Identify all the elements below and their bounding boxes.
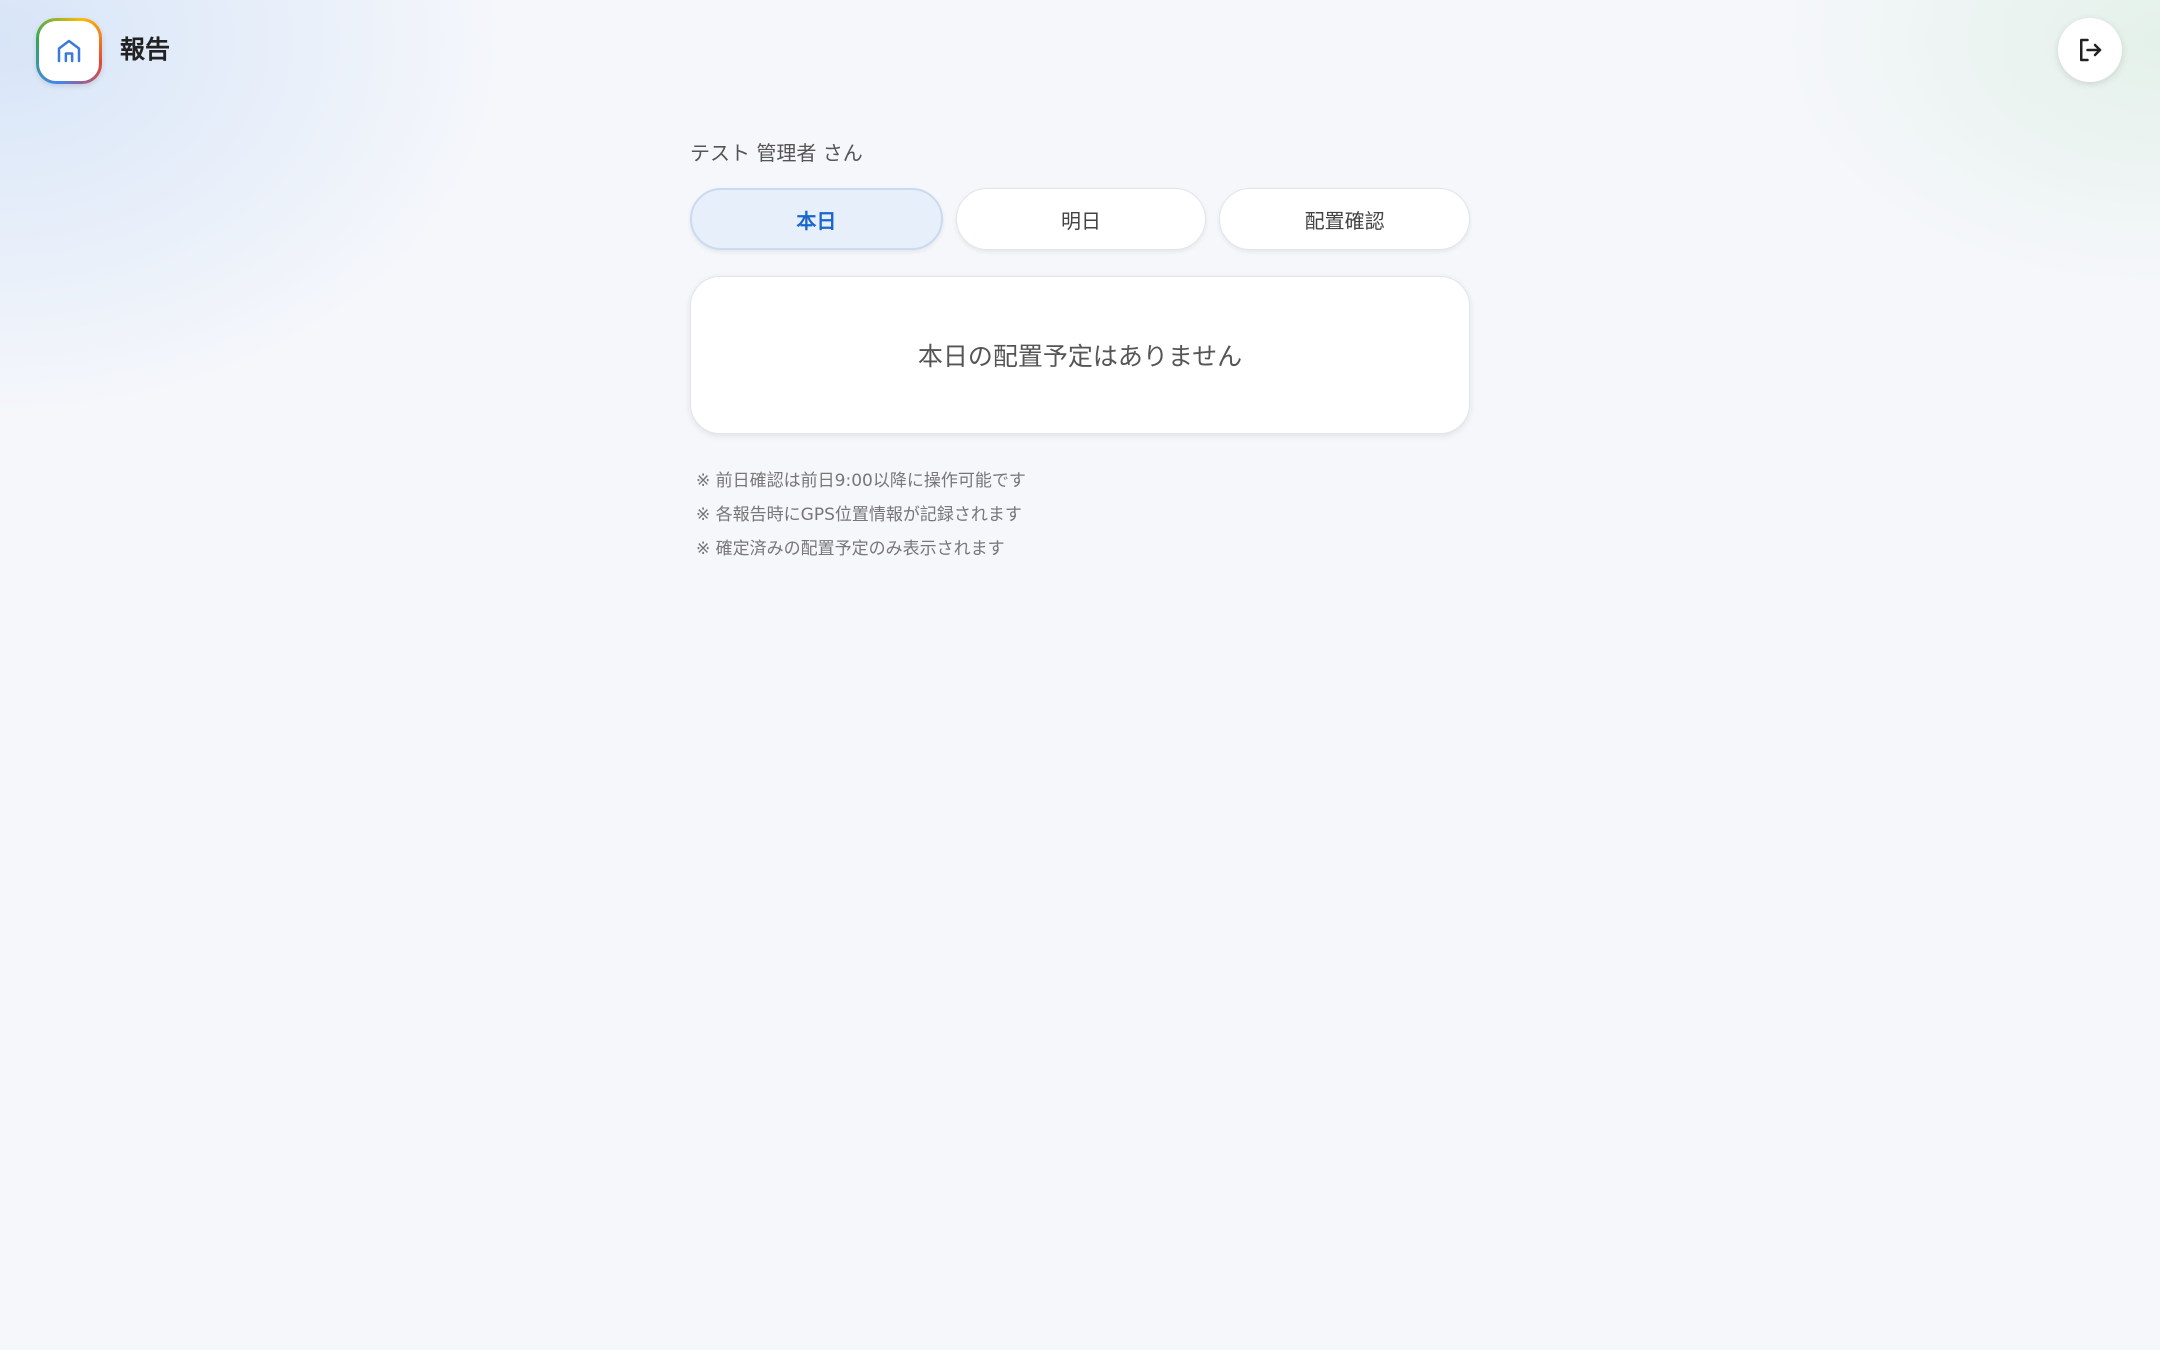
user-greeting: テスト 管理者 さん xyxy=(690,141,863,165)
logout-icon xyxy=(2080,38,2102,62)
tab-tomorrow[interactable]: 明日 xyxy=(955,188,1207,250)
tab-placement-check[interactable]: 配置確認 xyxy=(1219,188,1471,250)
home-icon xyxy=(57,39,81,63)
main-content: テスト 管理者 さん 本日 明日 配置確認 本日の配置予定はありません ※ 前日… xyxy=(690,138,1471,566)
notes-list: ※ 前日確認は前日9:00以降に操作可能です ※ 各報告時にGPS位置情報が記録… xyxy=(690,464,1470,566)
page-title: 報告 xyxy=(120,35,171,64)
note-item: ※ 各報告時にGPS位置情報が記録されます xyxy=(696,505,1022,525)
tab-today[interactable]: 本日 xyxy=(690,188,943,250)
app-logo[interactable] xyxy=(36,18,102,84)
app-header: 報告 xyxy=(0,0,2160,100)
note-item: ※ 前日確認は前日9:00以降に操作可能です xyxy=(696,471,1026,491)
logout-button[interactable] xyxy=(2058,18,2122,82)
app-logo-inner xyxy=(39,21,99,81)
note-item: ※ 確定済みの配置予定のみ表示されます xyxy=(696,539,1005,559)
empty-schedule-card: 本日の配置予定はありません xyxy=(690,276,1470,434)
date-tabs: 本日 明日 配置確認 xyxy=(690,188,1471,250)
empty-schedule-message: 本日の配置予定はありません xyxy=(917,342,1243,371)
